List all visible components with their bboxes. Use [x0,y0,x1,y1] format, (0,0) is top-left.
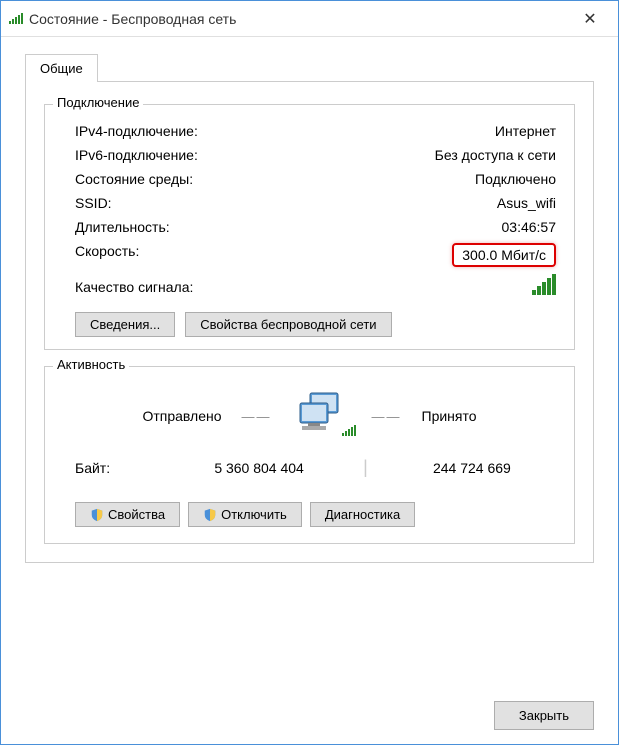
titlebar: Состояние - Беспроводная сеть ✕ [1,1,618,37]
media-state-row: Состояние среды: Подключено [57,167,562,191]
disable-button-label: Отключить [221,507,287,522]
ssid-label: SSID: [75,195,112,211]
status-dialog: Состояние - Беспроводная сеть ✕ Общие По… [0,0,619,745]
properties-button[interactable]: Свойства [75,502,180,527]
signal-overlay-icon [342,424,356,439]
ipv4-label: IPv4-подключение: [75,123,198,139]
content-area: Общие Подключение IPv4-подключение: Инте… [1,37,618,579]
ipv6-label: IPv6-подключение: [75,147,198,163]
ssid-row: SSID: Asus_wifi [57,191,562,215]
speed-label: Скорость: [75,243,139,267]
shield-icon [203,508,217,522]
dash-right: —— [372,409,402,424]
bytes-separator: | [343,457,388,478]
ipv4-value: Интернет [495,123,556,139]
sent-label: Отправлено [142,408,221,424]
activity-buttons: Свойства Отключить Диагностика [57,484,562,531]
dash-left: —— [242,409,272,424]
duration-row: Длительность: 03:46:57 [57,215,562,239]
bytes-received-value: 244 724 669 [388,460,556,476]
close-icon[interactable]: ✕ [570,4,610,34]
ipv6-row: IPv6-подключение: Без доступа к сети [57,143,562,167]
speed-value: 300.0 Мбит/с [452,243,556,267]
activity-group-title: Активность [53,357,129,372]
received-label: Принято [422,408,477,424]
signal-label: Качество сигнала: [75,279,193,295]
signal-row: Качество сигнала: [57,271,562,302]
bytes-row: Байт: 5 360 804 404 | 244 724 669 [57,451,562,484]
wireless-properties-button[interactable]: Свойства беспроводной сети [185,312,391,337]
bytes-sent-value: 5 360 804 404 [175,460,343,476]
duration-value: 03:46:57 [502,219,557,235]
activity-graphic: Отправлено —— [57,381,562,451]
connection-group: Подключение IPv4-подключение: Интернет I… [44,104,575,350]
media-value: Подключено [475,171,556,187]
connection-buttons: Сведения... Свойства беспроводной сети [57,302,562,337]
ipv6-value: Без доступа к сети [435,147,556,163]
speed-row: Скорость: 300.0 Мбит/с [57,239,562,271]
ipv4-row: IPv4-подключение: Интернет [57,119,562,143]
tab-general[interactable]: Общие [25,54,98,82]
media-label: Состояние среды: [75,171,193,187]
tab-strip: Общие [25,53,594,81]
shield-icon [90,508,104,522]
computer-icon [292,391,352,441]
bytes-label: Байт: [75,460,175,476]
ssid-value: Asus_wifi [497,195,556,211]
properties-button-label: Свойства [108,507,165,522]
duration-label: Длительность: [75,219,170,235]
close-button[interactable]: Закрыть [494,701,594,730]
signal-strength-icon [532,275,556,298]
tab-panel: Подключение IPv4-подключение: Интернет I… [25,81,594,563]
wifi-icon [9,11,23,27]
diagnose-button[interactable]: Диагностика [310,502,415,527]
disable-button[interactable]: Отключить [188,502,302,527]
activity-group: Активность Отправлено —— [44,366,575,544]
window-title: Состояние - Беспроводная сеть [29,11,570,27]
details-button[interactable]: Сведения... [75,312,175,337]
dialog-footer: Закрыть [494,701,594,730]
connection-group-title: Подключение [53,95,143,110]
